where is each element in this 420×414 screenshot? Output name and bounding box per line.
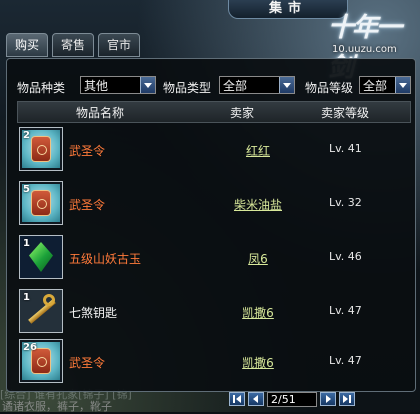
- item-quantity: 26: [23, 342, 37, 353]
- item-name: 七煞钥匙: [69, 306, 118, 320]
- last-page-button[interactable]: [339, 392, 355, 406]
- token-icon[interactable]: 5: [19, 181, 63, 225]
- level-value: 全部: [363, 79, 388, 93]
- chevron-down-icon[interactable]: [279, 77, 294, 93]
- triangle-left-icon: [236, 395, 241, 403]
- column-item-name: 物品名称: [76, 106, 125, 120]
- pagination: 2/51: [229, 390, 355, 408]
- seller-link[interactable]: 柴米油盐: [213, 196, 303, 213]
- tab-official-market[interactable]: 官市: [98, 33, 140, 57]
- prev-page-button[interactable]: [248, 392, 264, 406]
- tab-buy[interactable]: 购买: [6, 33, 48, 57]
- token-icon[interactable]: 26: [19, 339, 63, 383]
- table-row[interactable]: 26 武圣令 凯撒6 Lv. 47: [17, 335, 409, 389]
- table-row[interactable]: 1 七煞钥匙 凯撒6 Lv. 47: [17, 285, 409, 339]
- item-quantity: 1: [23, 292, 30, 303]
- item-name: 五级山妖古玉: [69, 252, 142, 266]
- market-panel: 物品种类 其他 物品类型 全部 物品等级 全部 物品名称 卖家 卖家等级 2 武…: [6, 58, 416, 392]
- seller-link[interactable]: 凤6: [213, 250, 303, 267]
- watermark: 10.uuzu.com: [332, 44, 397, 55]
- table-row[interactable]: 1 五级山妖古玉 凤6 Lv. 46: [17, 231, 409, 285]
- bar-icon: [233, 395, 235, 403]
- item-name: 武圣令: [69, 144, 106, 158]
- table-row[interactable]: 2 武圣令 红红 Lv. 41: [17, 123, 409, 177]
- chevron-down-icon[interactable]: [395, 77, 410, 93]
- bar-icon: [349, 395, 351, 403]
- triangle-right-icon: [326, 395, 331, 403]
- market-tabs: 购买 寄售 官市: [6, 33, 140, 59]
- seller-link[interactable]: 红红: [213, 142, 303, 159]
- category-select[interactable]: 其他: [80, 76, 156, 94]
- type-value: 全部: [223, 79, 248, 93]
- category-value: 其他: [84, 79, 109, 93]
- key-icon[interactable]: 1: [19, 289, 63, 333]
- category-label: 物品种类: [17, 81, 66, 95]
- column-seller: 卖家: [230, 106, 255, 120]
- level-select[interactable]: 全部: [359, 76, 411, 94]
- seller-level: Lv. 41: [329, 142, 362, 155]
- type-select[interactable]: 全部: [219, 76, 295, 94]
- jade-icon[interactable]: 1: [19, 235, 63, 279]
- seller-level: Lv. 47: [329, 354, 362, 367]
- page-input[interactable]: 2/51: [267, 391, 317, 407]
- next-page-button[interactable]: [320, 392, 336, 406]
- item-name: 武圣令: [69, 356, 106, 370]
- level-label: 物品等级: [305, 81, 354, 95]
- triangle-left-icon: [253, 395, 258, 403]
- column-seller-level: 卖家等级: [321, 106, 370, 120]
- item-quantity: 2: [23, 130, 30, 141]
- table-row[interactable]: 5 武圣令 柴米油盐 Lv. 32: [17, 177, 409, 231]
- triangle-right-icon: [343, 395, 348, 403]
- first-page-button[interactable]: [229, 392, 245, 406]
- token-icon[interactable]: 2: [19, 127, 63, 171]
- item-quantity: 1: [23, 238, 30, 249]
- tab-consign[interactable]: 寄售: [52, 33, 94, 57]
- seller-level: Lv. 47: [329, 304, 362, 317]
- filter-bar: 物品种类 其他 物品类型 全部 物品等级 全部: [17, 76, 411, 96]
- item-name: 武圣令: [69, 198, 106, 212]
- seller-level: Lv. 46: [329, 250, 362, 263]
- seller-level: Lv. 32: [329, 196, 362, 209]
- seller-link[interactable]: 凯撒6: [213, 354, 303, 371]
- seller-link[interactable]: 凯撒6: [213, 304, 303, 321]
- chevron-down-icon[interactable]: [140, 77, 155, 93]
- table-header: 物品名称 卖家 卖家等级: [17, 101, 411, 123]
- type-label: 物品类型: [163, 81, 212, 95]
- item-quantity: 5: [23, 184, 30, 195]
